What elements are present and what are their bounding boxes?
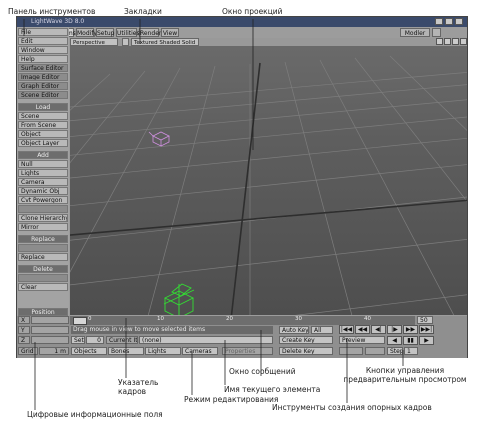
annotation-preview-buttons: Кнопки управления предварительным просмо… <box>343 366 467 384</box>
annotation-current-element: Имя текущего элемента <box>224 385 321 394</box>
annotation-messages-window: Окно сообщений <box>229 367 296 376</box>
annotation-keyframe-tools: Инструменты создания опорных кадров <box>272 403 432 412</box>
annotation-tabs: Закладки <box>124 7 162 16</box>
annotation-toolbar-panel: Панель инструментов <box>8 7 96 16</box>
annotation-viewport: Окно проекций <box>222 7 283 16</box>
annotation-frame-pointer: Указатель кадров <box>118 378 159 396</box>
annotation-numeric-fields: Цифровые информационные поля <box>27 410 163 419</box>
annotation-edit-mode: Режим редактирования <box>184 395 279 404</box>
annotation-leaders <box>23 19 404 410</box>
